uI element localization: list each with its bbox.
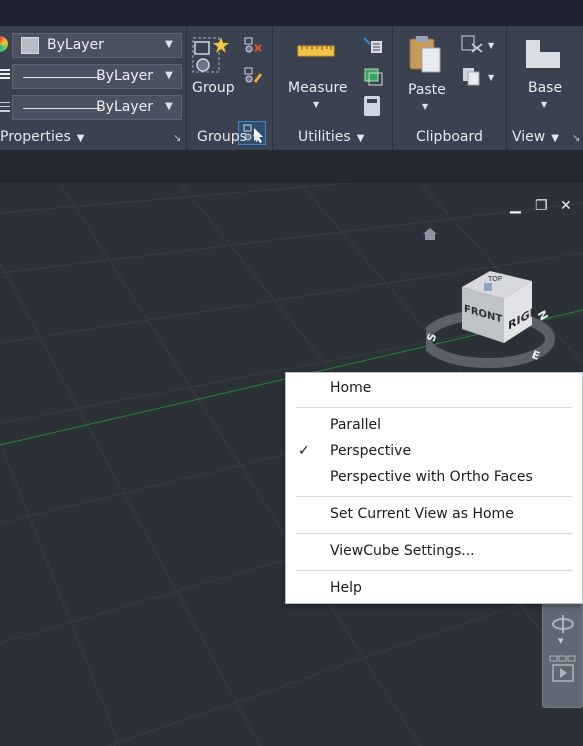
menu-item-parallel[interactable]: Parallel [286,414,582,438]
chevron-down-icon: ▼ [422,102,429,111]
viewcube-context-menu: Home Parallel ✓ Perspective Perspective … [285,372,583,604]
select-all-icon[interactable] [362,66,384,86]
lineweight-value: ByLayer [96,99,153,115]
chevron-down-icon: ▼ [356,133,365,144]
color-wheel-icon[interactable] [0,36,8,52]
cut-button[interactable]: ▼ [460,34,498,56]
viewcube-top-label: TOP [488,275,503,283]
menu-item-perspective[interactable]: ✓ Perspective [286,440,582,464]
linetype-preview [23,77,101,78]
minimize-icon[interactable]: ▁ [510,199,521,213]
showmotion-icon[interactable] [549,655,577,685]
copy-icon [463,68,480,86]
linetype-icon[interactable] [0,68,10,82]
copy-button[interactable]: ▼ [460,66,498,88]
linetype-dropdown[interactable]: ByLayer ▼ [12,64,182,89]
ribbon: ByLayer ▼ ByLayer ▼ ByLayer ▼ Properties… [0,26,583,150]
group-button[interactable]: Group [190,34,235,106]
menu-item-perspective-ortho-faces[interactable]: Perspective with Ortho Faces [286,466,582,490]
ungroup-icon[interactable] [243,36,263,54]
file-tab-strip [0,150,583,183]
paste-button[interactable]: Paste ▼ [406,34,450,114]
view-panel-title[interactable]: View ▼ [512,129,559,145]
menu-item-home[interactable]: Home [286,377,582,401]
color-value: ByLayer [47,37,104,53]
calculator-icon[interactable] [364,96,380,116]
menu-item-set-current-view-as-home[interactable]: Set Current View as Home [286,503,582,527]
paste-label: Paste [408,82,446,98]
base-label: Base [528,80,563,96]
color-dropdown[interactable]: ByLayer ▼ [12,33,182,58]
chevron-down-icon: ▼ [165,39,173,50]
group-edit-icon[interactable] [243,66,263,84]
navigation-bar: ▼ [542,590,583,708]
quick-select-icon[interactable] [362,36,384,56]
chevron-down-icon: ▼ [488,73,495,82]
lineweight-icon[interactable] [0,100,10,114]
lineweight-dropdown[interactable]: ByLayer ▼ [12,95,182,120]
dialog-launcher-icon[interactable]: ↘ [173,133,181,144]
chevron-down-icon: ▼ [165,101,173,112]
chevron-down-icon[interactable]: ▼ [558,637,563,645]
measure-label: Measure [288,80,348,96]
chevron-down-icon: ▼ [551,133,559,144]
utilities-panel-title[interactable]: Utilities ▼ [298,129,364,145]
title-strip [0,0,583,26]
base-view-icon [526,40,560,68]
checkmark-icon: ✓ [298,443,310,459]
dialog-launcher-icon[interactable]: ↘ [572,133,580,144]
group-icon [192,37,229,73]
orbit-icon[interactable] [551,613,575,635]
restore-icon[interactable]: ❐ [535,199,548,213]
menu-item-viewcube-settings[interactable]: ViewCube Settings... [286,540,582,564]
cut-icon [461,35,483,53]
clipboard-panel-title[interactable]: Clipboard [416,129,483,145]
chevron-down-icon: ▼ [165,70,173,81]
menu-item-help[interactable]: Help [286,577,582,601]
groups-panel-title[interactable]: Groups ▼ [197,129,261,145]
paste-icon [409,36,441,73]
lineweight-preview [23,108,101,109]
base-view-button[interactable]: Base ▼ [520,36,570,118]
group-label: Group [192,80,235,96]
chevron-down-icon: ▼ [488,41,495,50]
close-icon[interactable]: ✕ [560,199,572,213]
linetype-value: ByLayer [96,68,153,84]
properties-panel-title[interactable]: Properties ▼ [0,129,84,145]
color-swatch [21,37,39,54]
home-icon[interactable] [422,226,438,240]
chevron-down-icon: ▼ [541,100,548,109]
chevron-down-icon: ▼ [313,100,320,109]
viewcube[interactable]: FRONT RIGHT TOP S E N [421,269,583,379]
chevron-down-icon: ▼ [76,133,85,144]
measure-button[interactable]: Measure ▼ [284,38,348,114]
ruler-icon [297,45,335,57]
chevron-down-icon: ▼ [252,133,261,144]
